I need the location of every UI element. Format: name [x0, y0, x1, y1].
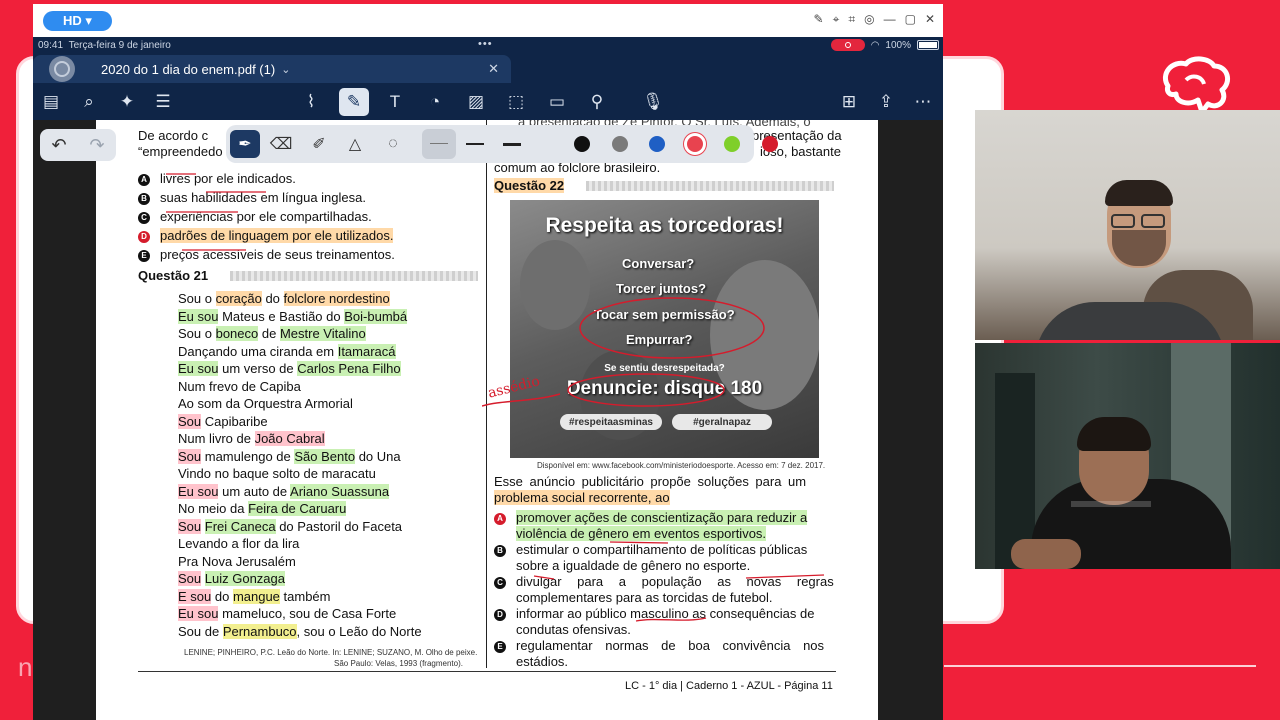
tab-document[interactable]: 2020 do 1 dia do enem.pdf (1) ⌄ ✕ — [33, 55, 511, 83]
outline-icon[interactable]: ☰ — [151, 90, 175, 114]
more-options-icon[interactable]: ⋯ — [911, 90, 935, 114]
highlighter-icon[interactable]: ✐ — [306, 132, 332, 156]
page-footer: LC - 1° dia | Caderno 1 - AZUL - Página … — [625, 680, 833, 692]
color-swatch[interactable] — [611, 136, 628, 152]
tab-close-icon[interactable]: ✕ — [488, 61, 499, 77]
writer-hand — [1011, 539, 1081, 569]
undo-redo-bar: ↶ ↷ — [40, 129, 116, 161]
tab-title: 2020 do 1 dia do enem.pdf (1) — [101, 61, 276, 77]
audio-record-icon[interactable]: 🎙︎ — [636, 90, 670, 114]
status-date: Terça-feira 9 de janeiro — [68, 40, 171, 51]
speaker-hair — [1105, 180, 1173, 206]
document-canvas[interactable]: De acordo c “empreendedo Alivres por ele… — [33, 120, 943, 720]
maximize-icon[interactable]: ▢ — [905, 12, 916, 27]
brand-brain-logo — [1162, 56, 1231, 112]
glasses-icon — [1141, 214, 1165, 228]
webcam-writer — [975, 343, 1280, 569]
undo-icon[interactable]: ↶ — [51, 135, 66, 156]
glasses-icon — [1111, 214, 1135, 228]
lasso-icon[interactable]: ⌇ — [299, 90, 323, 114]
elements-icon[interactable]: ⬚ — [504, 90, 528, 114]
window-controls: ✎ ⌖ ⌗ ◎ — ▢ ✕ — [814, 12, 935, 27]
webcam-speaker — [975, 110, 1280, 340]
pen-icon[interactable]: ✎ — [814, 12, 824, 27]
background-glyph: n — [18, 652, 33, 682]
pen-tool-icon[interactable]: ✎ — [339, 88, 369, 116]
record-icon[interactable]: ◎ — [864, 12, 874, 27]
stroke-medium-option[interactable] — [466, 143, 484, 145]
close-icon[interactable]: ✕ — [925, 12, 935, 27]
eraser-icon[interactable]: ⌫ — [268, 132, 294, 156]
minimize-icon[interactable]: — — [884, 12, 896, 27]
color-swatch[interactable] — [761, 136, 778, 152]
tab-chevron-icon[interactable]: ⌄ — [281, 63, 290, 76]
color-swatch[interactable] — [686, 136, 703, 152]
stroke-thick-option[interactable] — [503, 143, 521, 146]
text-box-icon[interactable]: T — [383, 90, 407, 114]
footer-rule — [138, 671, 836, 672]
stroke-thin-preview — [430, 143, 448, 144]
ink-strikethrough-marks — [166, 173, 825, 622]
shapes-icon[interactable]: ◔ — [423, 90, 447, 114]
status-time: 09:41 — [38, 40, 64, 51]
writer-hair — [1077, 417, 1151, 451]
redo-icon[interactable]: ↷ — [89, 135, 104, 156]
laser-pointer-icon[interactable]: ⚲ — [585, 90, 609, 114]
hd-quality-button[interactable]: HD ▾ — [43, 10, 112, 31]
wifi-icon: ◠ — [870, 39, 880, 51]
crop-icon[interactable]: ⌗ — [848, 12, 855, 27]
add-page-icon[interactable]: ⊞ — [837, 90, 861, 114]
background-line — [944, 665, 1256, 667]
sidebar-icon[interactable]: ▤ — [39, 90, 63, 114]
battery-icon — [917, 40, 939, 50]
color-swatch[interactable] — [724, 136, 740, 152]
tab-row: 2020 do 1 dia do enem.pdf (1) ⌄ ✕ — [33, 54, 943, 84]
pdf-page[interactable]: De acordo c “empreendedo Alivres por ele… — [96, 120, 878, 720]
pin-icon[interactable]: ⌖ — [833, 12, 840, 27]
fountain-pen-icon[interactable]: ✒ — [230, 130, 260, 158]
shirt-logo — [1071, 501, 1151, 507]
battery-percent: 100% — [885, 39, 911, 51]
color-swatch[interactable] — [649, 136, 665, 152]
image-icon[interactable]: ▨ — [464, 90, 488, 114]
pen-options-bar: ✒ ⌫ ✐ △ ◌ — [226, 125, 778, 163]
lasso-select-icon[interactable]: ◌ — [380, 132, 406, 156]
color-swatch[interactable] — [574, 136, 590, 152]
window-titlebar: HD ▾ ✎ ⌖ ⌗ ◎ — ▢ ✕ — [33, 4, 943, 37]
shape-pen-icon[interactable]: △ — [342, 132, 368, 156]
tab-avatar-icon — [49, 56, 75, 82]
search-icon[interactable]: ⌕ — [77, 90, 101, 114]
app-window: HD ▾ ✎ ⌖ ⌗ ◎ — ▢ ✕ 09:41 Terça-feira 9 d… — [33, 4, 943, 720]
main-toolbar: ▤ ⌕ ✦ ☰ ⌇ ✎ T ◔ ▨ ⬚ ▭ ⚲ 🎙︎ ⊞ ⇪ ⋯ — [33, 84, 943, 120]
multitask-dots-icon[interactable]: ••• — [478, 38, 493, 50]
status-bar: 09:41 Terça-feira 9 de janeiro ••• ◠ 100… — [33, 37, 943, 54]
pdf-app: 09:41 Terça-feira 9 de janeiro ••• ◠ 100… — [33, 37, 943, 720]
share-icon[interactable]: ⇪ — [874, 90, 898, 114]
stroke-thin-option[interactable] — [422, 129, 456, 159]
screen-record-indicator — [830, 39, 865, 51]
sticky-note-icon[interactable]: ▭ — [545, 90, 569, 114]
ai-sparkle-icon[interactable]: ✦ — [115, 90, 139, 114]
